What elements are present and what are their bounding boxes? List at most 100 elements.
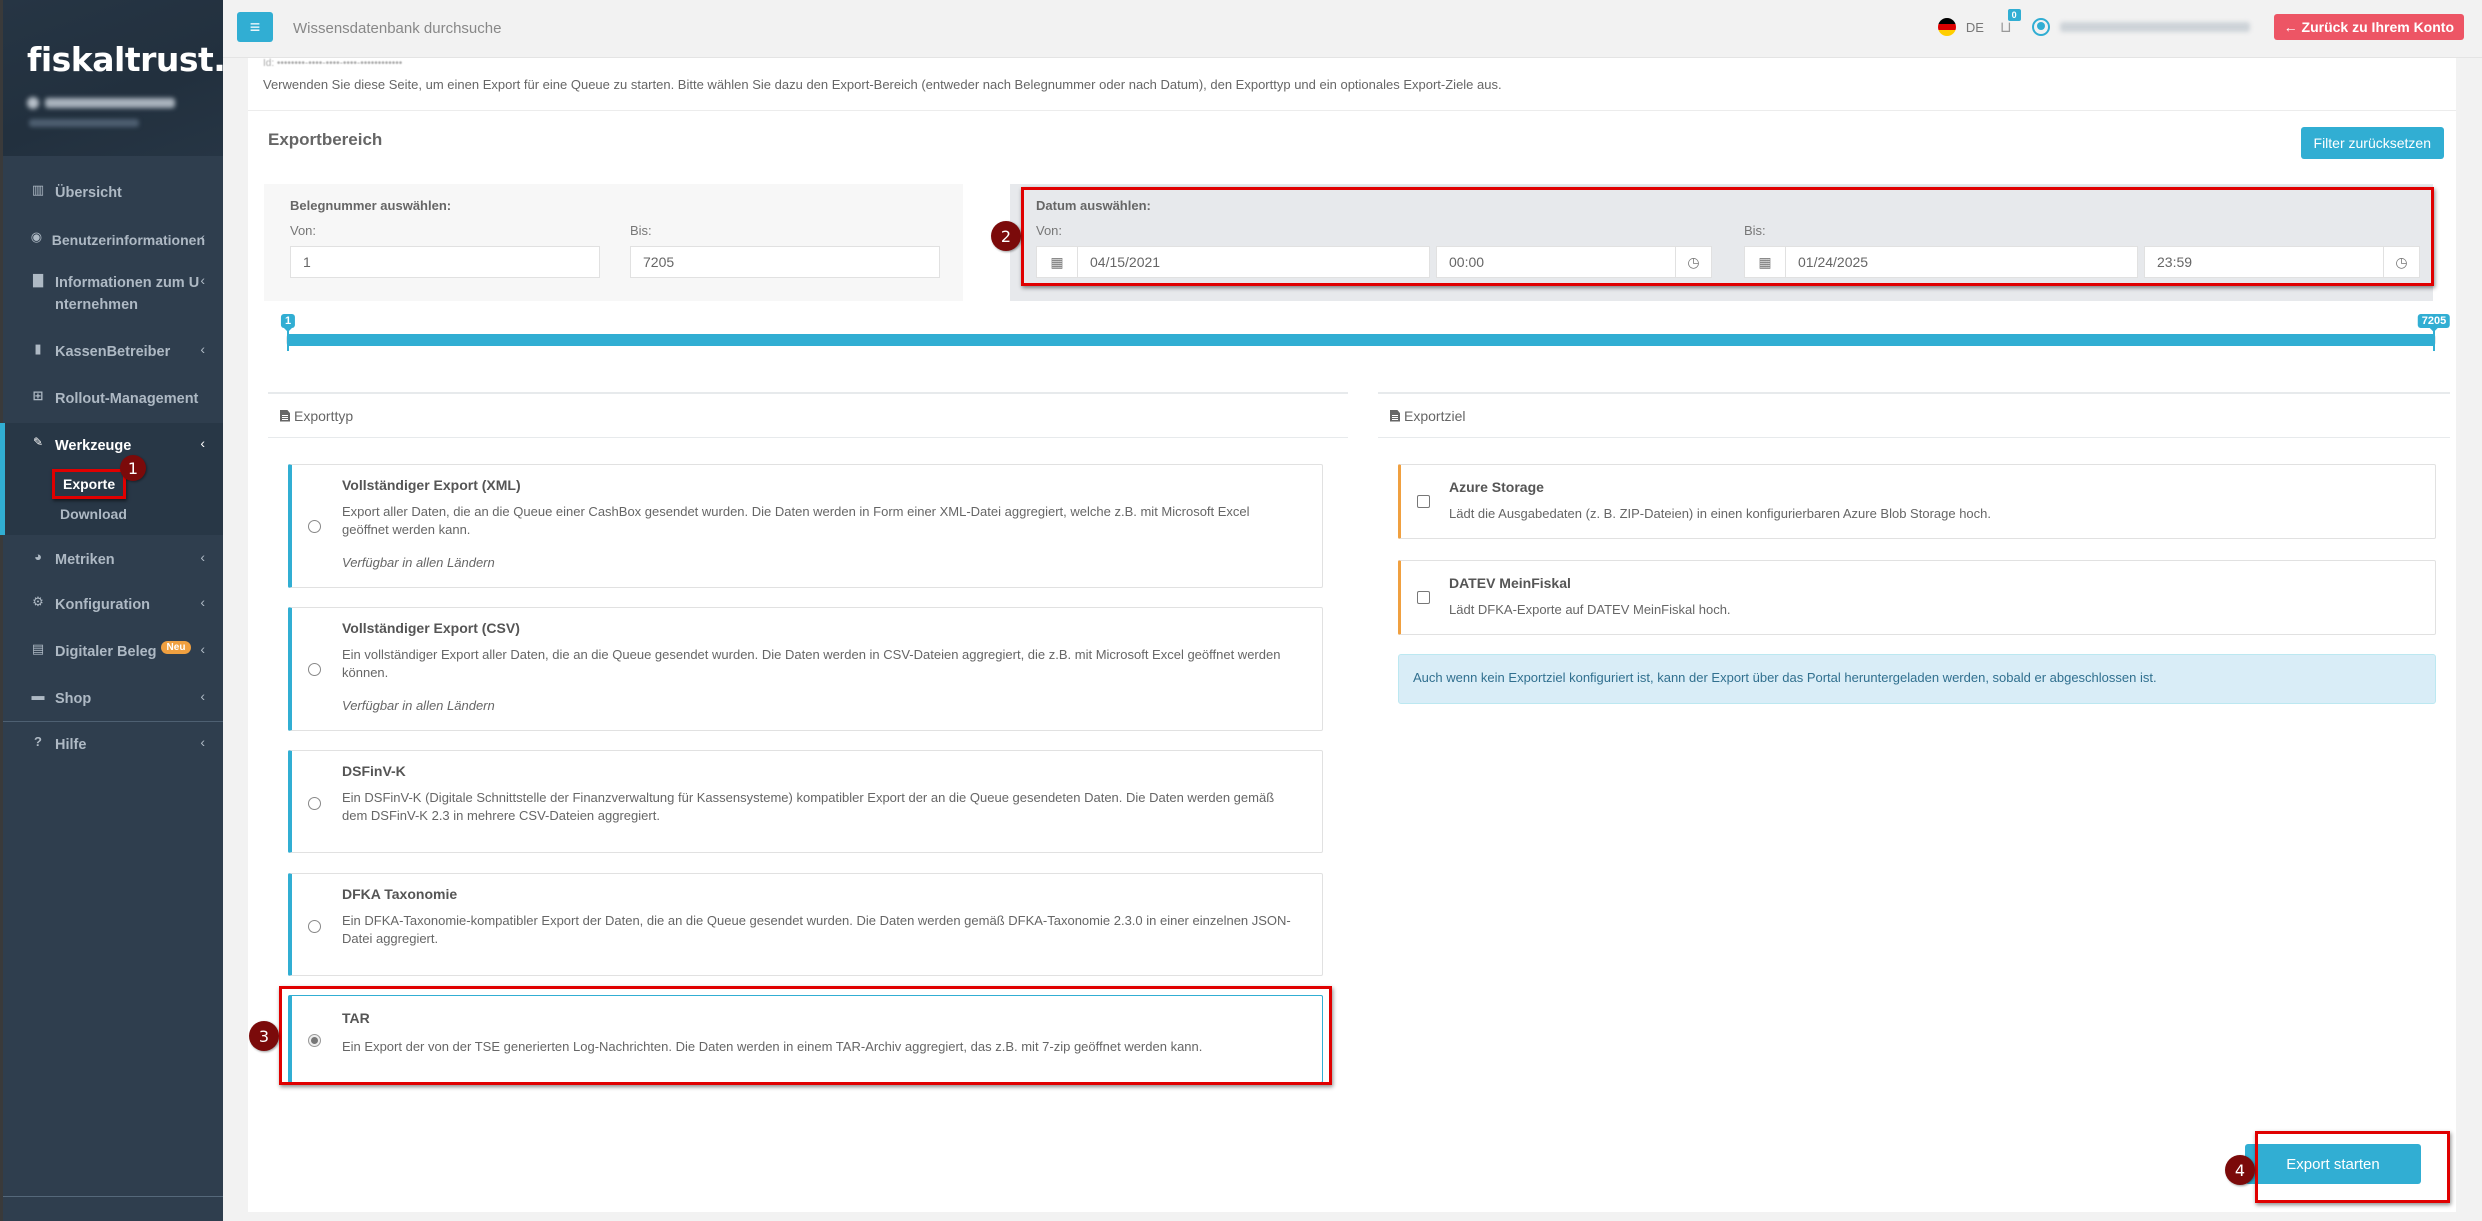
export-target-panel: Exportziel Azure Storage Lädt die Ausgab… xyxy=(1378,392,2450,704)
export-option-dsfinvk[interactable]: DSFinV-K Ein DSFinV-K (Digitale Schnitts… xyxy=(288,750,1323,853)
file-text-icon xyxy=(1390,409,1400,422)
arrow-left-icon: ← xyxy=(2283,19,2298,35)
new-badge: Neu xyxy=(160,641,192,654)
sidebar-item-shop[interactable]: ▬ Shop ‹ xyxy=(3,676,223,721)
cart-button[interactable]: ⊔ 0 xyxy=(1999,9,2021,36)
clock-icon[interactable]: ◷ xyxy=(1676,246,1712,278)
clock-icon[interactable]: ◷ xyxy=(2384,246,2420,278)
sidebar-item-rollout-management[interactable]: ⊞ Rollout-Management xyxy=(3,376,223,423)
sidebar-item-metriken[interactable]: ◕ Metriken ‹ xyxy=(3,535,223,582)
calendar-icon[interactable]: ▦ xyxy=(1036,246,1078,278)
slider-tooltip-low: 1 xyxy=(280,314,296,332)
briefcase-icon: ▇ xyxy=(33,272,43,287)
chevron-left-icon: ‹ xyxy=(200,549,205,565)
sidebar-item-benutzerinformationen[interactable]: ◉ Benutzerinformationen ‹ xyxy=(3,217,223,264)
start-export-button[interactable]: Export starten xyxy=(2245,1144,2421,1184)
plus-square-icon: ⊞ xyxy=(32,388,44,403)
receipt-from-input[interactable] xyxy=(290,246,600,278)
radio-dsfinvk[interactable] xyxy=(308,797,321,810)
sidebar-item-hilfe[interactable]: ? Hilfe ‹ xyxy=(3,722,223,769)
slider-handle-low[interactable] xyxy=(287,329,289,351)
pie-chart-icon: ◕ xyxy=(34,549,42,564)
calendar-icon[interactable]: ▦ xyxy=(1744,246,1786,278)
radio-csv[interactable] xyxy=(308,663,321,676)
main-content: Id: ••••••••-••••-••••-••••-••••••••••••… xyxy=(248,58,2456,1212)
sidebar-footer-divider xyxy=(3,1196,223,1197)
radio-xml[interactable] xyxy=(308,520,321,533)
date-from-label: Von: xyxy=(1036,223,1063,238)
export-target-azure[interactable]: Azure Storage Lädt die Ausgabedaten (z. … xyxy=(1398,464,2436,539)
checkbox-azure[interactable] xyxy=(1417,495,1430,508)
export-target-header: Exportziel xyxy=(1378,392,2450,438)
sidebar-item-digitaler-beleg[interactable]: ▤ Digitaler Beleg Neu ‹ xyxy=(3,629,223,676)
export-type-panel: Exporttyp Vollständiger Export (XML) Exp… xyxy=(268,392,1348,1083)
export-type-header: Exporttyp xyxy=(268,392,1348,438)
date-to-input[interactable] xyxy=(1786,246,2138,278)
hamburger-menu-button[interactable]: ≡ xyxy=(237,12,273,42)
sidebar-nav: ▥ Übersicht ◉ Benutzerinformationen ‹ ▇ … xyxy=(0,170,223,769)
top-right-controls: DE ⊔ 0 ← Zurück zu Ihrem Konto xyxy=(1937,9,2464,40)
radio-dfka[interactable] xyxy=(308,920,321,933)
export-option-xml[interactable]: Vollständiger Export (XML) Export aller … xyxy=(288,464,1323,588)
user-avatar-icon[interactable] xyxy=(2031,18,2050,36)
time-to-input[interactable] xyxy=(2144,246,2384,278)
user-circle-icon: ◉ xyxy=(30,229,43,244)
chevron-left-icon: ‹ xyxy=(200,734,205,750)
time-from-input[interactable] xyxy=(1436,246,1676,278)
user-email-blurred[interactable] xyxy=(2059,22,2250,32)
submenu-werkzeuge: Exporte Download xyxy=(5,459,223,535)
chevron-left-icon: ‹ xyxy=(200,229,205,245)
account-subtitle-blurred xyxy=(29,119,139,127)
submenu-item-download[interactable]: Download xyxy=(60,499,223,529)
chevron-left-icon: ‹ xyxy=(200,435,205,451)
sidebar: fiskaltrust. ▥ Übersicht ◉ Benutzerinfor… xyxy=(0,0,226,1221)
export-target-info: Auch wenn kein Exportziel konfiguriert i… xyxy=(1398,654,2436,704)
wrench-icon: ✎ xyxy=(32,435,44,449)
chevron-left-icon: ‹ xyxy=(200,688,205,704)
receipt-from-label: Von: xyxy=(290,223,317,238)
sidebar-item-konfiguration[interactable]: ⚙ Konfiguration ‹ xyxy=(3,582,223,629)
radio-tar[interactable] xyxy=(308,1034,321,1047)
slider-tooltip-high: 7205 xyxy=(2417,314,2451,332)
account-name-blurred[interactable] xyxy=(27,97,223,109)
section-title-exportbereich: Exportbereich xyxy=(268,130,383,149)
annotation-badge-4: 4 xyxy=(2225,1155,2255,1185)
language-selector[interactable]: DE xyxy=(1966,20,1984,35)
export-target-datev[interactable]: DATEV MeinFiskal Lädt DFKA-Exporte auf D… xyxy=(1398,560,2436,635)
annotation-badge-1: 1 xyxy=(120,455,146,481)
sidebar-item-kassenbetreiber[interactable]: ▮ KassenBetreiber ‹ xyxy=(3,329,223,376)
back-to-account-button[interactable]: ← Zurück zu Ihrem Konto xyxy=(2273,14,2464,40)
export-option-tar[interactable]: TAR Ein Export der von der TSE generiert… xyxy=(288,995,1323,1083)
export-option-dfka[interactable]: DFKA Taxonomie Ein DFKA-Taxonomie-kompat… xyxy=(288,873,1323,976)
file-icon: ▤ xyxy=(31,641,45,656)
sidebar-item-unternehmen[interactable]: ▇ Informationen zum Unternehmen ‹ xyxy=(3,264,223,329)
sidebar-item-uebersicht[interactable]: ▥ Übersicht xyxy=(3,170,223,217)
queue-id-blurred: Id: ••••••••-••••-••••-••••-•••••••••••• xyxy=(263,58,403,69)
date-to-label: Bis: xyxy=(1744,223,1766,238)
bar-chart-icon: ▥ xyxy=(31,182,45,197)
receipt-range-slider[interactable]: 1 7205 xyxy=(280,314,2451,354)
file-text-icon xyxy=(280,409,290,422)
chevron-left-icon: ‹ xyxy=(200,594,205,610)
knowledge-base-search-input[interactable] xyxy=(293,16,593,40)
export-option-csv[interactable]: Vollständiger Export (CSV) Ein vollständ… xyxy=(288,607,1323,731)
submenu-item-exporte[interactable]: Exporte xyxy=(52,469,127,499)
german-flag-icon[interactable] xyxy=(1937,18,1956,36)
date-range-box: Datum auswählen: Von: ▦ ◷ Bis: ▦ ◷ xyxy=(1010,184,2433,301)
checkbox-datev[interactable] xyxy=(1417,591,1430,604)
receipt-to-input[interactable] xyxy=(630,246,940,278)
cart-count-badge: 0 xyxy=(2007,9,2021,21)
brand-logo[interactable]: fiskaltrust. xyxy=(27,40,226,79)
reset-filter-button[interactable]: Filter zurücksetzen xyxy=(2300,127,2444,159)
chevron-left-icon: ‹ xyxy=(200,341,205,357)
slider-handle-high[interactable] xyxy=(2433,329,2435,351)
receipt-range-box: Belegnummer auswählen: Von: Bis: xyxy=(264,184,963,301)
sidebar-item-werkzeuge[interactable]: ✎ Werkzeuge ‹ xyxy=(5,423,223,459)
question-circle-icon: ? xyxy=(34,734,42,749)
chevron-left-icon: ‹ xyxy=(200,272,205,288)
basket-icon: ⊔ xyxy=(1999,19,2012,36)
register-icon: ▮ xyxy=(34,341,42,356)
divider xyxy=(248,110,2456,111)
credit-card-icon: ▬ xyxy=(31,688,45,703)
date-from-input[interactable] xyxy=(1078,246,1430,278)
